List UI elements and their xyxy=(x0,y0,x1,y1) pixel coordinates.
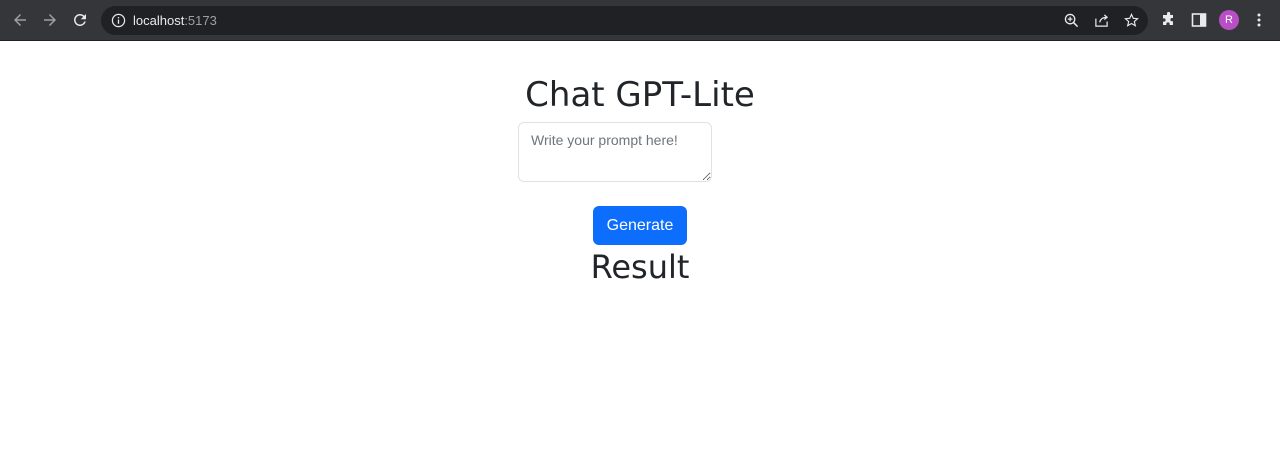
back-button[interactable] xyxy=(9,9,31,31)
reload-icon xyxy=(73,13,86,26)
result-heading: Result xyxy=(590,248,690,286)
page-title: Chat GPT-Lite xyxy=(525,75,755,115)
star-icon xyxy=(1124,13,1139,27)
generate-button[interactable]: Generate xyxy=(593,206,687,245)
url-host: localhost xyxy=(133,13,185,28)
profile-avatar[interactable]: R xyxy=(1219,10,1239,30)
bookmark-button[interactable] xyxy=(1124,13,1139,28)
share-icon xyxy=(1095,14,1109,27)
side-panel-icon xyxy=(1191,13,1207,27)
url-text: localhost:5173 xyxy=(133,13,217,28)
zoom-icon xyxy=(1064,13,1079,28)
zoom-button[interactable] xyxy=(1064,13,1079,28)
side-panel-button[interactable] xyxy=(1191,12,1207,28)
address-bar[interactable]: localhost:5173 xyxy=(101,6,1148,35)
arrow-left-icon xyxy=(14,14,26,26)
share-button[interactable] xyxy=(1094,13,1109,28)
info-icon[interactable] xyxy=(111,13,126,28)
kebab-menu-icon xyxy=(1257,13,1261,27)
extensions-button[interactable] xyxy=(1161,11,1177,28)
browser-toolbar: localhost:5173 R xyxy=(0,0,1280,41)
browser-menu-button[interactable] xyxy=(1251,12,1267,28)
prompt-input[interactable] xyxy=(518,122,712,182)
forward-button[interactable] xyxy=(39,9,61,31)
arrow-right-icon xyxy=(44,14,56,26)
reload-button[interactable] xyxy=(69,9,91,31)
puzzle-icon xyxy=(1163,11,1173,25)
url-port: :5173 xyxy=(184,13,217,28)
